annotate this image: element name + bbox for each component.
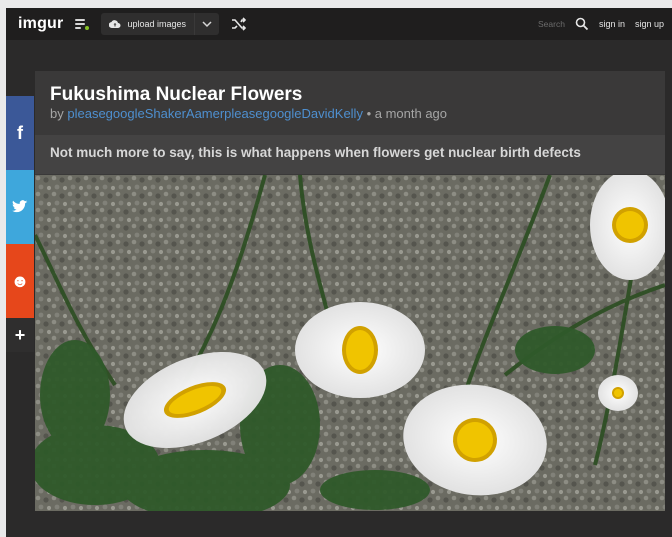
upload-images-button[interactable]: upload images (101, 13, 219, 35)
facebook-share-button[interactable]: f (6, 96, 34, 170)
shuffle-icon[interactable] (231, 17, 247, 31)
page-bottom (6, 511, 672, 537)
upload-images-label: upload images (127, 19, 186, 29)
twitter-share-button[interactable] (6, 170, 34, 244)
post-image[interactable] (35, 175, 665, 511)
plus-icon: + (14, 324, 26, 345)
topbar: imgur upload images Search sign in sign … (6, 8, 672, 40)
menu-icon[interactable] (75, 17, 90, 31)
cloud-upload-icon (109, 20, 121, 29)
reddit-icon: ☻ (10, 270, 30, 291)
sign-in-link[interactable]: sign in (599, 19, 625, 29)
sign-up-link[interactable]: sign up (635, 19, 664, 29)
facebook-icon: f (17, 122, 23, 143)
post-description: Not much more to say, this is what happe… (50, 145, 581, 160)
post-byline: by pleasegoogleShakerAamerpleasegoogleDa… (50, 106, 447, 121)
post-title: Fukushima Nuclear Flowers (50, 84, 303, 105)
description-band: Not much more to say, this is what happe… (35, 135, 665, 174)
post-panel: Fukushima Nuclear Flowers by pleasegoogl… (35, 71, 665, 511)
imgur-logo[interactable]: imgur (18, 15, 63, 33)
post-time: • a month ago (366, 106, 448, 121)
byline-prefix: by (50, 106, 64, 121)
frame-top (0, 0, 672, 8)
search-icon[interactable] (575, 17, 589, 31)
chevron-down-icon (202, 21, 212, 28)
upload-dropdown-button[interactable] (195, 13, 219, 35)
reddit-share-button[interactable]: ☻ (6, 244, 34, 318)
author-link[interactable]: pleasegoogleShakerAamerpleasegoogleDavid… (67, 106, 363, 121)
search-input[interactable]: Search (538, 19, 565, 29)
more-share-button[interactable]: + (6, 318, 34, 352)
share-bar: f ☻ + (6, 96, 34, 352)
twitter-icon (12, 200, 28, 213)
